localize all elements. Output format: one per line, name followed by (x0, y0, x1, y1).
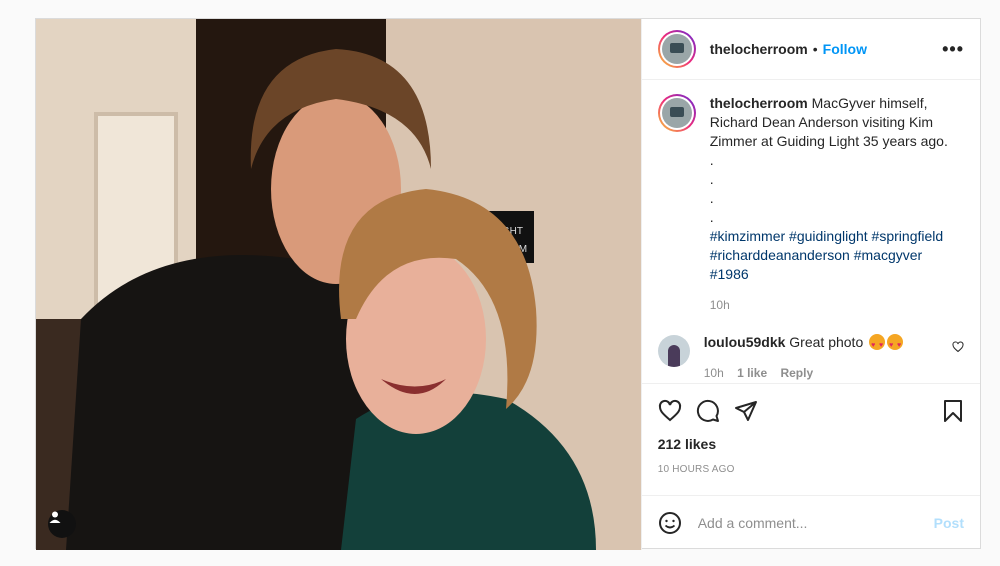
post-header: thelocherroom • Follow ••• (641, 19, 980, 80)
post-actions: 212 likes 10 HOURS AGO (641, 383, 980, 495)
emoji-icon[interactable] (658, 511, 682, 535)
caption-username[interactable]: thelocherroom (710, 95, 808, 111)
comment-input[interactable] (697, 515, 934, 531)
comment-username[interactable]: loulou59dkk (704, 334, 786, 350)
post-sidebar: thelocherroom • Follow ••• thelocherroom… (640, 19, 980, 550)
add-comment-bar: Post (641, 495, 980, 550)
post-photo[interactable]: G LIGHT ROOM (36, 19, 641, 550)
header-username[interactable]: thelocherroom (710, 41, 808, 57)
heart-eyes-emoji-icon (887, 334, 904, 355)
caption: thelocherroom MacGyver himself, Richard … (657, 94, 964, 315)
instagram-post: G LIGHT ROOM thelocherroom • Follow ••• (35, 18, 981, 550)
heart-eyes-emoji-icon (869, 334, 886, 355)
likes-count[interactable]: 212 likes (658, 436, 964, 452)
comments-section: thelocherroom MacGyver himself, Richard … (642, 80, 980, 383)
caption-dots: .... (709, 152, 714, 225)
avatar[interactable] (657, 30, 696, 68)
share-icon[interactable] (734, 399, 758, 423)
caption-hashtags[interactable]: #kimzimmer #guidinglight #springfield #r… (710, 227, 964, 284)
reply-button[interactable]: Reply (780, 366, 813, 380)
more-icon[interactable]: ••• (942, 39, 964, 60)
comment-avatar[interactable] (657, 335, 690, 367)
comment-time: 10h (703, 366, 724, 380)
comment-likes[interactable]: 1 like (737, 366, 767, 380)
user-tag-icon[interactable] (48, 510, 76, 538)
photo-illustration: G LIGHT ROOM (36, 19, 641, 550)
post-timestamp: 10 HOURS AGO (657, 464, 735, 475)
follow-button[interactable]: Follow (823, 41, 867, 57)
comment-icon[interactable] (696, 399, 720, 423)
heart-icon[interactable] (658, 399, 682, 423)
comment-text: Great photo (789, 334, 864, 350)
post-button[interactable]: Post (934, 515, 964, 531)
separator-dot: • (812, 41, 818, 57)
comment-heart-icon[interactable] (952, 341, 964, 353)
caption-time: 10h (709, 298, 730, 312)
comment-item: loulou59dkk Great photo 10h 1 like Reply (657, 333, 964, 383)
bookmark-icon[interactable] (942, 399, 964, 423)
caption-avatar[interactable] (657, 94, 696, 132)
